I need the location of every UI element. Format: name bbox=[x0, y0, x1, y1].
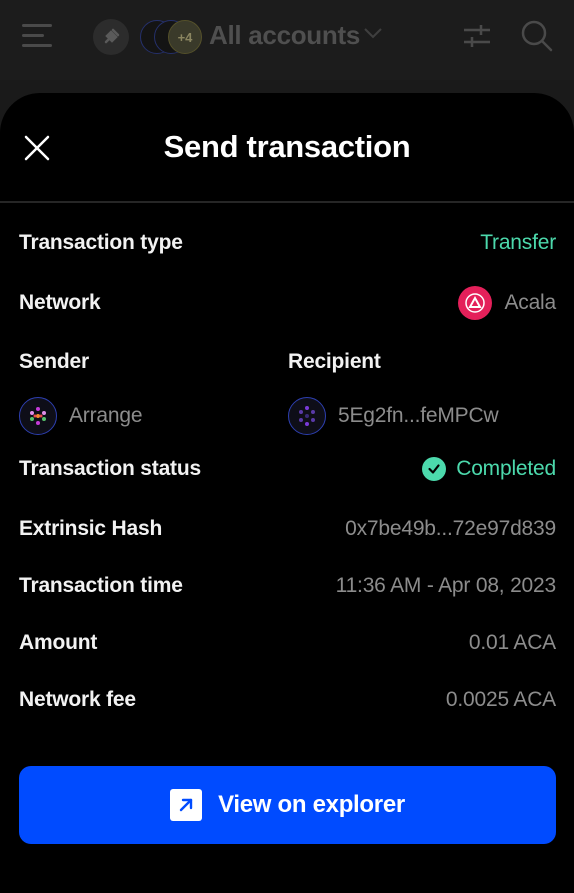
transaction-type-row: Transaction type Transfer bbox=[19, 231, 556, 255]
sender-value-wrap: Arrange bbox=[19, 397, 143, 435]
amount-row: Amount 0.01 ACA bbox=[19, 631, 556, 655]
transaction-status-label: Transaction status bbox=[19, 457, 201, 480]
extrinsic-hash-label: Extrinsic Hash bbox=[19, 517, 163, 540]
recipient-label: Recipient bbox=[288, 350, 381, 373]
network-fee-row: Network fee 0.0025 ACA bbox=[19, 688, 556, 712]
recipient-value-wrap: 5Eg2fn...feMPCw bbox=[288, 397, 499, 435]
top-bar: +4 All accounts bbox=[0, 0, 574, 80]
transaction-time-label: Transaction time bbox=[19, 574, 183, 597]
account-avatars[interactable]: +4 bbox=[140, 20, 202, 54]
network-fee-label: Network fee bbox=[19, 688, 136, 711]
extrinsic-hash-value[interactable]: 0x7be49b...72e97d839 bbox=[345, 517, 556, 541]
sender-value: Arrange bbox=[69, 404, 143, 427]
modal-header: Send transaction bbox=[0, 93, 574, 203]
recipient-avatar bbox=[288, 397, 326, 435]
network-value-wrap: Acala bbox=[458, 286, 556, 320]
view-on-explorer-button[interactable]: View on explorer bbox=[19, 766, 556, 844]
transaction-status-row: Transaction status Completed bbox=[19, 457, 556, 481]
transaction-time-value: 11:36 AM - Apr 08, 2023 bbox=[335, 574, 557, 597]
network-fee-value: 0.0025 ACA bbox=[445, 688, 556, 711]
extra-accounts-badge: +4 bbox=[168, 20, 202, 54]
amount-value: 0.01 ACA bbox=[468, 631, 556, 654]
transaction-type-value: Transfer bbox=[480, 231, 556, 254]
recipient-block: Recipient bbox=[288, 350, 381, 374]
sender-avatar bbox=[19, 397, 57, 435]
network-label: Network bbox=[19, 291, 101, 314]
view-on-explorer-label: View on explorer bbox=[218, 791, 405, 818]
extrinsic-hash-row: Extrinsic Hash 0x7be49b...72e97d839 bbox=[19, 517, 556, 541]
search-icon[interactable] bbox=[520, 19, 554, 53]
amount-label: Amount bbox=[19, 631, 98, 654]
transaction-status-value: Completed bbox=[456, 457, 556, 480]
menu-icon[interactable] bbox=[22, 24, 52, 48]
check-circle-icon bbox=[422, 457, 447, 481]
recipient-value[interactable]: 5Eg2fn...feMPCw bbox=[338, 404, 499, 428]
sender-block: Sender bbox=[19, 350, 89, 374]
sender-label: Sender bbox=[19, 350, 89, 373]
transaction-detail-modal: Send transaction Transaction type Transf… bbox=[0, 93, 574, 893]
modal-title: Send transaction bbox=[163, 129, 411, 164]
transaction-type-label: Transaction type bbox=[19, 231, 183, 254]
network-value: Acala bbox=[504, 291, 556, 314]
network-row: Network Acala bbox=[19, 286, 556, 320]
chevron-down-icon[interactable] bbox=[362, 26, 384, 40]
filter-icon[interactable] bbox=[462, 22, 492, 50]
plug-icon[interactable] bbox=[93, 19, 129, 55]
external-link-icon bbox=[170, 789, 203, 821]
transaction-time-row: Transaction time 11:36 AM - Apr 08, 2023 bbox=[19, 574, 556, 598]
transaction-status-value-wrap: Completed bbox=[422, 457, 556, 481]
acala-logo-icon bbox=[458, 286, 493, 320]
account-selector-label[interactable]: All accounts bbox=[209, 20, 360, 51]
